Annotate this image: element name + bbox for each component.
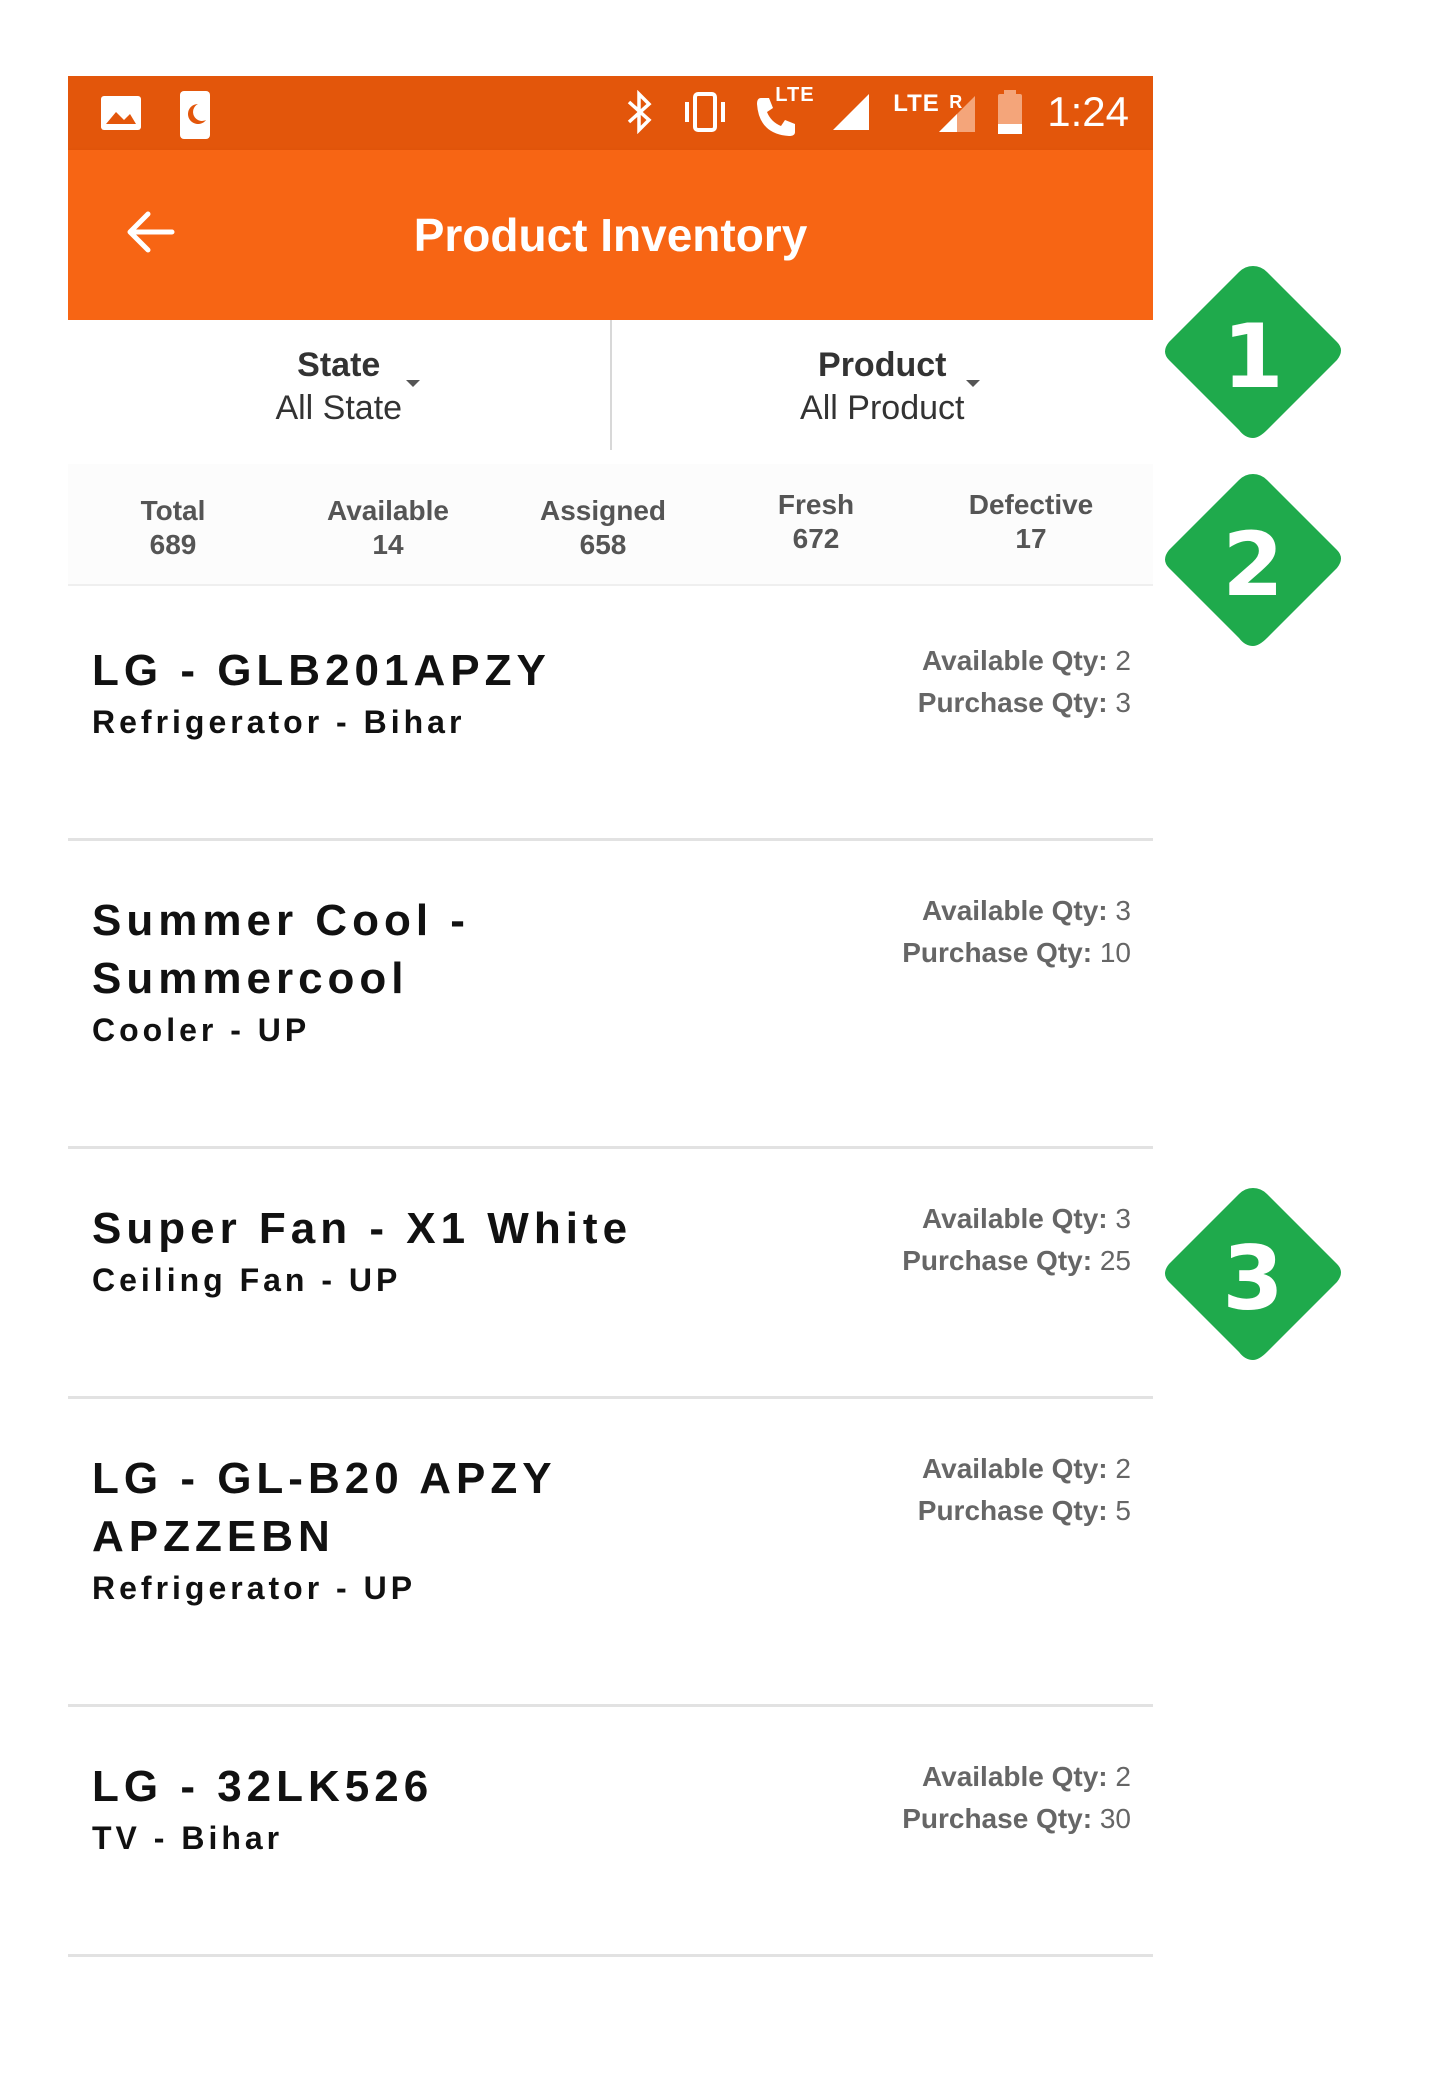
stat-total: Total 689	[78, 494, 268, 562]
stat-value: 689	[149, 529, 197, 560]
available-qty-label: Available Qty:	[921, 1203, 1108, 1234]
purchase-qty-value: 3	[1115, 687, 1131, 718]
purchase-qty-label: Purchase Qty:	[902, 937, 1093, 968]
available-qty-value: 2	[1115, 1453, 1131, 1484]
stat-defective: Defective 17	[936, 488, 1126, 556]
stat-fresh: Fresh 672	[721, 488, 911, 556]
available-qty-label: Available Qty:	[921, 1453, 1108, 1484]
stat-value: 672	[792, 523, 840, 554]
product-filter-dropdown[interactable]: Product All Product	[609, 320, 1154, 450]
dropdown-caret-icon	[965, 380, 980, 387]
product-filter-value: All Product	[800, 389, 965, 427]
product-category-state: Ceiling Fan - UP	[92, 1262, 402, 1298]
lte-label: LTE	[893, 90, 940, 117]
product-filter-label: Product	[818, 346, 947, 384]
available-qty-value: 2	[1115, 645, 1131, 676]
bluetooth-icon	[628, 90, 652, 134]
purchase-qty-value: 10	[1099, 937, 1131, 968]
stat-assigned: Assigned 658	[508, 494, 698, 562]
product-title: Summer Cool - Summercool	[92, 896, 470, 1003]
lte-roaming-signal-icon: LTE R	[893, 88, 976, 136]
callout-number: 3	[1222, 1226, 1284, 1330]
status-bar: LTE LTE R 1:24	[68, 76, 1153, 150]
lte-label: LTE	[775, 84, 815, 106]
stat-label: Total	[140, 495, 206, 526]
list-item[interactable]: Super Fan - X1 White Ceiling Fan - UP Av…	[68, 1164, 1153, 1399]
callout-marker-3: 3	[1155, 1180, 1351, 1376]
stat-value: 658	[579, 529, 627, 560]
filter-bar: State All State Product All Product	[68, 320, 1153, 450]
purchase-qty-label: Purchase Qty:	[917, 687, 1108, 718]
purchase-qty-label: Purchase Qty:	[917, 1495, 1108, 1526]
product-title: LG - GLB201APZY	[92, 646, 551, 695]
qty-info: Available Qty: 3 Purchase Qty: 10	[902, 890, 1131, 974]
vibrate-icon	[685, 92, 726, 132]
state-filter-value: All State	[275, 389, 403, 427]
stat-label: Available	[327, 495, 449, 526]
battery-icon	[998, 90, 1023, 134]
purchase-qty-value: 30	[1099, 1803, 1131, 1834]
product-list: LG - GLB201APZY Refrigerator - Bihar Ava…	[68, 606, 1153, 1957]
stat-label: Defective	[968, 489, 1094, 520]
available-qty-value: 3	[1115, 895, 1131, 926]
callout-number: 1	[1222, 304, 1284, 408]
available-qty-label: Available Qty:	[921, 1761, 1108, 1792]
product-category-state: Refrigerator - Bihar	[92, 704, 466, 740]
stat-available: Available 14	[293, 494, 483, 562]
callout-number: 2	[1222, 512, 1284, 616]
product-category-state: TV - Bihar	[92, 1820, 284, 1856]
phone-notification-icon	[180, 91, 210, 139]
page-title: Product Inventory	[413, 209, 808, 261]
clock: 1:24	[1047, 88, 1129, 135]
lte-call-icon: LTE	[753, 84, 814, 136]
product-category-state: Cooler - UP	[92, 1012, 311, 1048]
list-item[interactable]: LG - GLB201APZY Refrigerator - Bihar Ava…	[68, 606, 1153, 841]
qty-info: Available Qty: 3 Purchase Qty: 25	[902, 1198, 1131, 1282]
available-qty-value: 3	[1115, 1203, 1131, 1234]
purchase-qty-value: 25	[1099, 1245, 1131, 1276]
qty-info: Available Qty: 2 Purchase Qty: 3	[918, 640, 1131, 724]
stat-label: Assigned	[539, 495, 667, 526]
available-qty-label: Available Qty:	[921, 645, 1108, 676]
available-qty-label: Available Qty:	[921, 895, 1108, 926]
product-category-state: Refrigerator - UP	[92, 1570, 417, 1606]
app-bar: Product Inventory	[68, 150, 1153, 320]
state-filter-label: State	[297, 346, 381, 384]
product-title: LG - 32LK526	[92, 1762, 434, 1811]
product-title: LG - GL-B20 APZY APZZEBN	[92, 1454, 556, 1561]
callout-marker-2: 2	[1155, 466, 1351, 662]
image-notification-icon	[101, 96, 141, 130]
phone-screen: LTE LTE R 1:24 Product Inventory State A…	[68, 76, 1153, 2006]
stat-value: 17	[1015, 523, 1047, 554]
stat-value: 14	[372, 529, 404, 560]
purchase-qty-label: Purchase Qty:	[902, 1245, 1093, 1276]
list-item[interactable]: LG - GL-B20 APZY APZZEBN Refrigerator - …	[68, 1414, 1153, 1707]
purchase-qty-label: Purchase Qty:	[902, 1803, 1093, 1834]
stat-label: Fresh	[777, 489, 855, 520]
purchase-qty-value: 5	[1115, 1495, 1131, 1526]
qty-info: Available Qty: 2 Purchase Qty: 30	[902, 1756, 1131, 1840]
list-item[interactable]: Summer Cool - Summercool Cooler - UP Ava…	[68, 856, 1153, 1149]
signal-icon	[833, 94, 870, 130]
inventory-summary: Total 689 Available 14 Assigned 658 Fres…	[68, 464, 1153, 586]
dropdown-caret-icon	[406, 380, 420, 387]
callout-marker-1: 1	[1155, 258, 1351, 454]
qty-info: Available Qty: 2 Purchase Qty: 5	[918, 1448, 1131, 1532]
list-item[interactable]: LG - 32LK526 TV - Bihar Available Qty: 2…	[68, 1722, 1153, 1957]
state-filter-dropdown[interactable]: State All State	[68, 320, 610, 450]
available-qty-value: 2	[1115, 1761, 1131, 1792]
product-title: Super Fan - X1 White	[92, 1204, 633, 1253]
